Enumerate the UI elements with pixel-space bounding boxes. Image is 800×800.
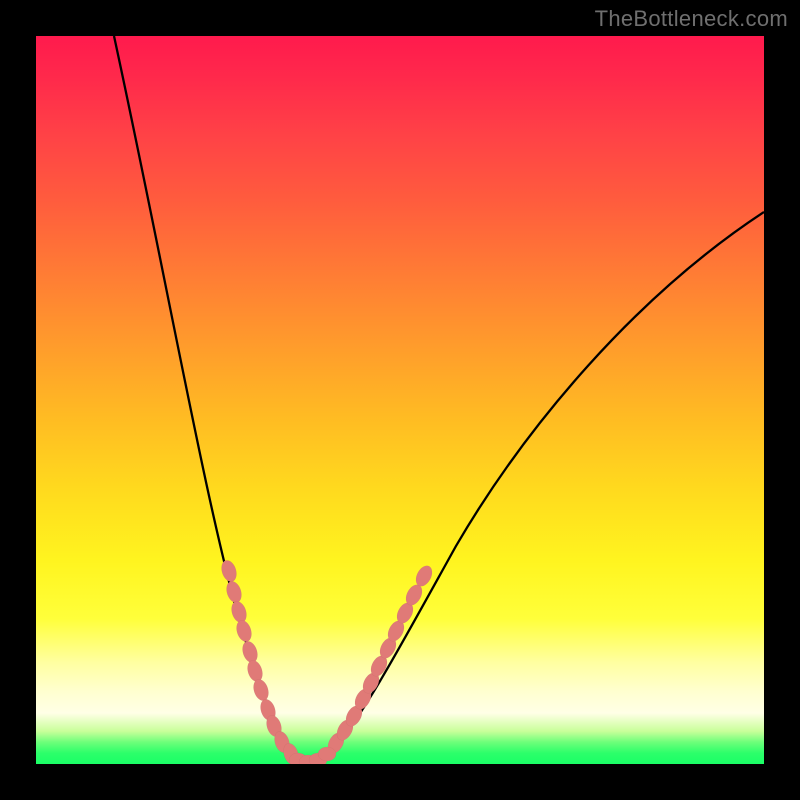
bead-marker	[245, 658, 265, 683]
bead-marker	[229, 599, 249, 624]
bead-marker	[234, 618, 254, 643]
chart-svg	[36, 36, 764, 764]
outer-frame: TheBottleneck.com	[0, 0, 800, 800]
plot-area	[36, 36, 764, 764]
bead-marker	[251, 677, 271, 702]
left-curve	[114, 36, 306, 763]
bead-marker	[240, 639, 260, 664]
bead-marker	[219, 558, 239, 583]
bead-marker	[318, 747, 336, 761]
bead-marker	[224, 579, 244, 604]
watermark-text: TheBottleneck.com	[595, 6, 788, 32]
bead-group	[219, 558, 435, 764]
